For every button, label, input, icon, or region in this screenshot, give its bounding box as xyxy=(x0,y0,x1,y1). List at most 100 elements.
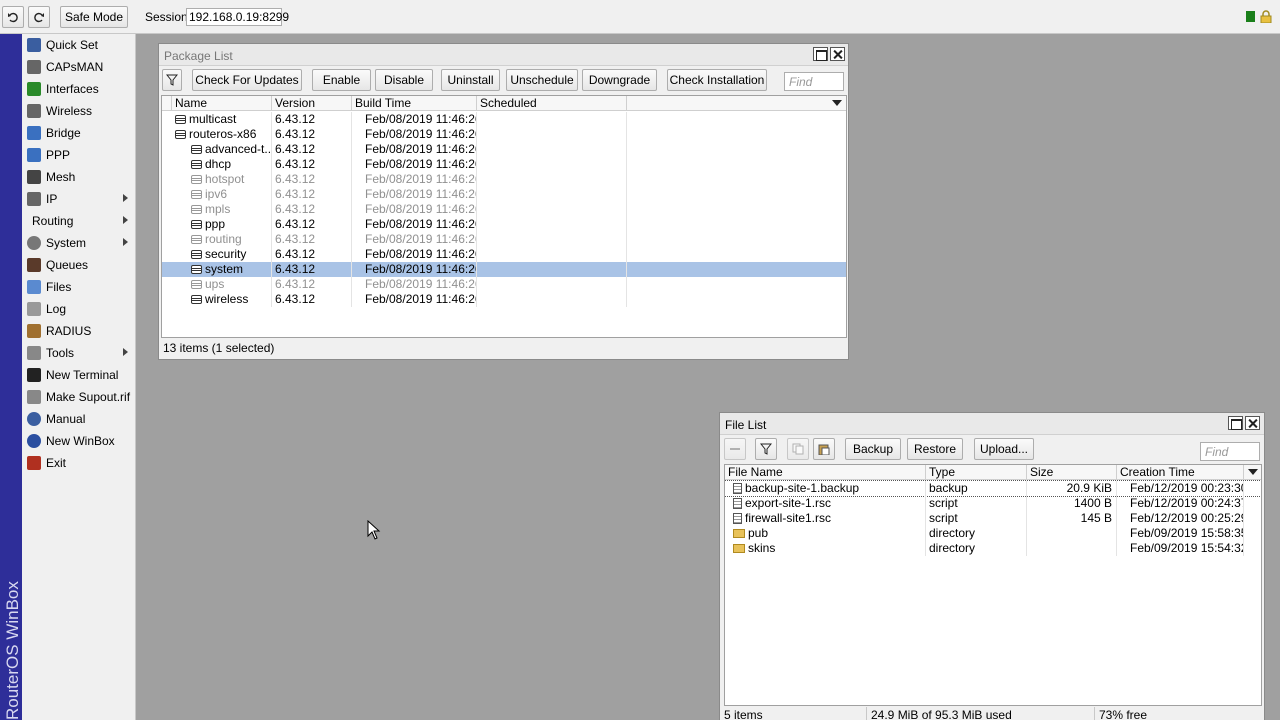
cell-build: Feb/08/2019 11:46:26 xyxy=(352,292,477,307)
file-table: File Name Type Size Creation Time backup… xyxy=(724,464,1262,706)
column-header-scheduled[interactable]: Scheduled xyxy=(477,96,627,111)
table-row[interactable]: routeros-x86 6.43.12 Feb/08/2019 11:46:26 xyxy=(162,127,846,142)
column-header-size[interactable]: Size xyxy=(1027,465,1117,480)
package-list-titlebar[interactable]: Package List xyxy=(159,44,848,66)
sidebar-item-wireless[interactable]: Wireless xyxy=(22,100,136,122)
table-row[interactable]: mpls 6.43.12 Feb/08/2019 11:46:26 xyxy=(162,202,846,217)
cell-scheduled xyxy=(477,202,627,217)
check-for-updates-button[interactable]: Check For Updates xyxy=(192,69,302,91)
sidebar-item-ip[interactable]: IP xyxy=(22,188,136,210)
table-row[interactable]: hotspot 6.43.12 Feb/08/2019 11:46:26 xyxy=(162,172,846,187)
filter-button[interactable] xyxy=(755,438,777,460)
cell-build: Feb/08/2019 11:46:26 xyxy=(352,232,477,247)
column-header-name[interactable]: Name xyxy=(172,96,272,111)
lock-icon xyxy=(1260,10,1272,23)
cell-name: firewall-site1.rsc xyxy=(725,511,926,526)
sidebar-item-capsman[interactable]: CAPsMAN xyxy=(22,56,136,78)
sidebar-item-system[interactable]: System xyxy=(22,232,136,254)
table-row[interactable]: firewall-site1.rsc script 145 B Feb/12/2019… xyxy=(725,511,1261,526)
sidebar-item-label: New WinBox xyxy=(46,434,115,448)
upload-button[interactable]: Upload... xyxy=(974,438,1034,460)
sidebar-item-exit[interactable]: Exit xyxy=(22,452,136,474)
unschedule-button[interactable]: Unschedule xyxy=(506,69,578,91)
redo-button[interactable] xyxy=(28,6,50,28)
table-row[interactable]: export-site-1.rsc script 1400 B Feb/12/2019… xyxy=(725,496,1261,511)
column-header-type[interactable]: Type xyxy=(926,465,1027,480)
column-header-build-time[interactable]: Build Time xyxy=(352,96,477,111)
table-row[interactable]: system 6.43.12 Feb/08/2019 11:46:26 xyxy=(162,262,846,277)
table-row[interactable]: dhcp 6.43.12 Feb/08/2019 11:46:26 xyxy=(162,157,846,172)
table-row[interactable]: pub directory Feb/09/2019 15:58:35 xyxy=(725,526,1261,541)
safe-mode-button[interactable]: Safe Mode xyxy=(60,6,128,28)
sidebar-item-bridge[interactable]: Bridge xyxy=(22,122,136,144)
cell-build: Feb/08/2019 11:46:26 xyxy=(352,217,477,232)
table-row[interactable]: security 6.43.12 Feb/08/2019 11:46:26 xyxy=(162,247,846,262)
sidebar-item-routing[interactable]: Routing xyxy=(22,210,136,232)
sidebar-item-tools[interactable]: Tools xyxy=(22,342,136,364)
sidebar-item-new-winbox[interactable]: New WinBox xyxy=(22,430,136,452)
column-header-file-name[interactable]: File Name xyxy=(725,465,926,480)
package-name: ups xyxy=(205,277,225,291)
cell-name: hotspot xyxy=(172,172,272,187)
mouse-cursor-icon xyxy=(367,520,381,540)
file-list-titlebar[interactable]: File List xyxy=(720,413,1264,435)
close-button[interactable] xyxy=(1245,416,1260,430)
enable-button[interactable]: Enable xyxy=(312,69,371,91)
table-row[interactable]: advanced-t... 6.43.12 Feb/08/2019 11:46:26 xyxy=(162,142,846,157)
column-menu-icon[interactable] xyxy=(832,99,842,107)
sidebar-item-quick-set[interactable]: Quick Set xyxy=(22,34,136,56)
uninstall-button[interactable]: Uninstall xyxy=(441,69,500,91)
table-row[interactable]: ppp 6.43.12 Feb/08/2019 11:46:26 xyxy=(162,217,846,232)
cell-build: Feb/08/2019 11:46:26 xyxy=(352,172,477,187)
column-header-version[interactable]: Version xyxy=(272,96,352,111)
sidebar-item-queues[interactable]: Queues xyxy=(22,254,136,276)
table-row[interactable]: routing 6.43.12 Feb/08/2019 11:46:26 xyxy=(162,232,846,247)
sidebar-item-mesh[interactable]: Mesh xyxy=(22,166,136,188)
check-installation-button[interactable]: Check Installation xyxy=(667,69,767,91)
close-button[interactable] xyxy=(830,47,845,61)
column-menu-icon[interactable] xyxy=(1248,468,1258,476)
maximize-button[interactable] xyxy=(1228,416,1243,430)
cell-name: ppp xyxy=(172,217,272,232)
redo-icon xyxy=(34,12,44,23)
maximize-button[interactable] xyxy=(813,47,828,61)
column-header-creation-time[interactable]: Creation Time xyxy=(1117,465,1244,480)
find-input[interactable]: Find xyxy=(1200,442,1260,461)
cell-created: Feb/12/2019 00:24:37 xyxy=(1117,496,1244,511)
cell-version: 6.43.12 xyxy=(272,127,352,142)
sidebar-item-ppp[interactable]: PPP xyxy=(22,144,136,166)
table-row[interactable]: skins directory Feb/09/2019 15:54:32 xyxy=(725,541,1261,556)
cell-type: directory xyxy=(926,541,1027,556)
sidebar-item-label: Quick Set xyxy=(46,38,99,52)
find-input[interactable]: Find xyxy=(784,72,844,91)
restore-button[interactable]: Restore xyxy=(907,438,963,460)
table-row[interactable]: backup-site-1.backup backup 20.9 KiB Feb/12… xyxy=(725,480,1261,497)
sidebar-item-new-terminal[interactable]: New Terminal xyxy=(22,364,136,386)
session-field[interactable]: 192.168.0.19:8299 xyxy=(186,8,289,26)
sidebar-item-files[interactable]: Files xyxy=(22,276,136,298)
submenu-arrow-icon xyxy=(123,216,128,224)
cell-scheduled xyxy=(477,262,627,277)
downgrade-button[interactable]: Downgrade xyxy=(582,69,657,91)
sidebar-item-log[interactable]: Log xyxy=(22,298,136,320)
table-row[interactable]: wireless 6.43.12 Feb/08/2019 11:46:26 xyxy=(162,292,846,307)
table-row[interactable]: ipv6 6.43.12 Feb/08/2019 11:46:26 xyxy=(162,187,846,202)
copy-button[interactable] xyxy=(787,438,809,460)
queues-icon xyxy=(27,258,41,272)
disable-button[interactable]: Disable xyxy=(375,69,433,91)
interfaces-icon xyxy=(27,82,41,96)
sidebar-item-interfaces[interactable]: Interfaces xyxy=(22,78,136,100)
backup-button[interactable]: Backup xyxy=(845,438,901,460)
sidebar-item-manual[interactable]: Manual xyxy=(22,408,136,430)
sidebar-item-make-supout-rif[interactable]: Make Supout.rif xyxy=(22,386,136,408)
undo-button[interactable] xyxy=(2,6,24,28)
sidebar-item-radius[interactable]: RADIUS xyxy=(22,320,136,342)
package-icon xyxy=(191,280,202,289)
file-name: skins xyxy=(748,541,776,555)
table-row[interactable]: ups 6.43.12 Feb/08/2019 11:46:26 xyxy=(162,277,846,292)
paste-button[interactable] xyxy=(813,438,835,460)
remove-button[interactable] xyxy=(724,438,746,460)
table-row[interactable]: multicast 6.43.12 Feb/08/2019 11:46:26 xyxy=(162,112,846,127)
filter-button[interactable] xyxy=(162,69,182,91)
sidebar-item-label: Bridge xyxy=(46,126,81,140)
